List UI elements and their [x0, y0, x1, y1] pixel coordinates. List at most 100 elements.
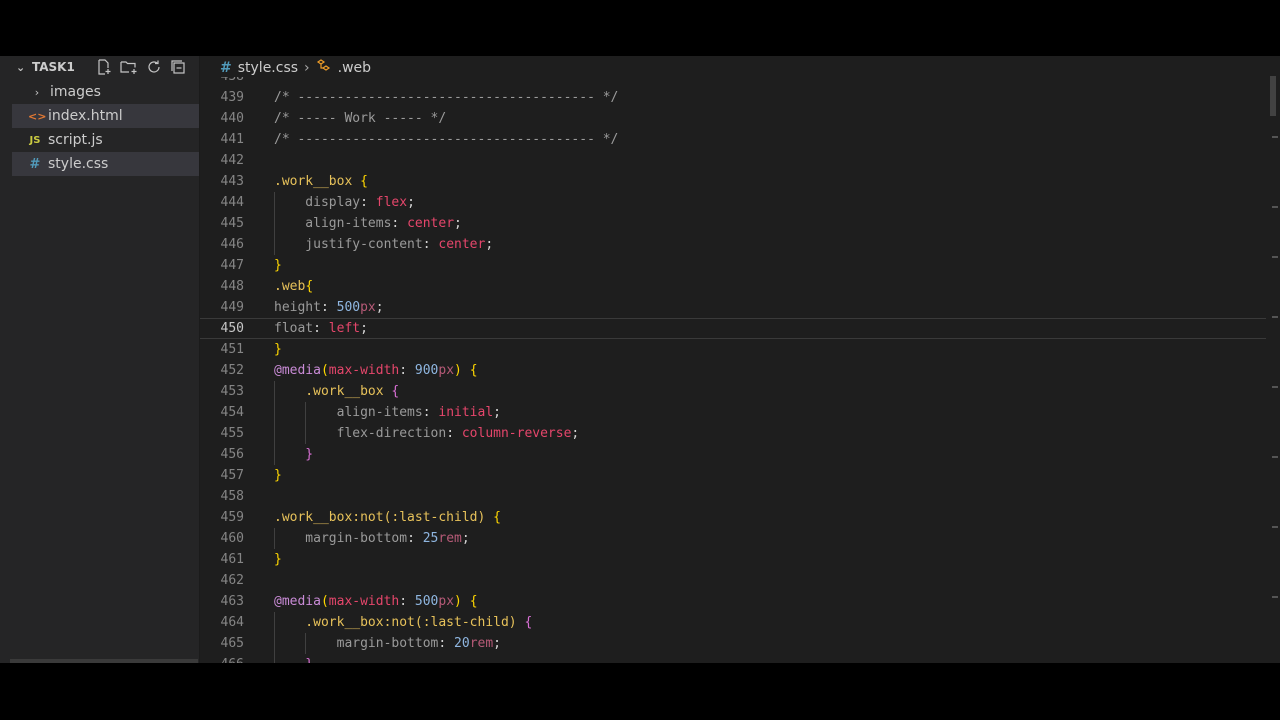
tree-item-label: images — [50, 84, 101, 100]
code-line[interactable]: 445 align-items: center; — [200, 213, 1266, 234]
code-token: : — [422, 237, 439, 252]
code-text: } — [274, 654, 313, 663]
code-line[interactable]: 441 /* ----------------------------------… — [200, 129, 1266, 150]
refresh-icon[interactable] — [146, 59, 162, 75]
code-editor[interactable]: # style.css › .web 438 439 /* ------------… — [200, 56, 1280, 663]
line-number: 450 — [220, 321, 244, 336]
code-token: { — [360, 174, 368, 189]
vscode-window: ⌄ TASK1 › images <> index.html JS script… — [0, 56, 1280, 663]
code-line[interactable]: 439 /* ----------------------------------… — [200, 87, 1266, 108]
code-token: max-width — [328, 363, 400, 378]
js-file-icon: JS — [29, 134, 41, 146]
code-token: flex — [375, 195, 408, 210]
code-token: rem — [469, 636, 494, 651]
new-folder-icon[interactable] — [120, 59, 138, 75]
overview-mark — [1272, 596, 1278, 598]
code-token: 500 — [336, 300, 361, 315]
code-token: } — [274, 447, 314, 462]
overview-mark — [1272, 136, 1278, 138]
code-token: @media — [274, 363, 321, 378]
code-token: .web — [274, 279, 306, 294]
code-text: height: 500px; — [274, 297, 384, 318]
code-token: center — [407, 216, 455, 231]
code-line[interactable]: 447} — [200, 255, 1266, 276]
code-token: : — [399, 363, 415, 378]
code-line[interactable]: 452 @media(max-width: 900px) { — [200, 360, 1266, 381]
code-token: ; — [360, 321, 368, 336]
code-line[interactable]: 442 — [200, 150, 1266, 171]
code-text: @media(max-width: 500px) { — [274, 591, 478, 612]
code-line[interactable]: 466 } — [200, 654, 1266, 663]
code-token: align-items — [274, 405, 423, 420]
tree-item-script-js[interactable]: JS script.js — [0, 128, 199, 152]
code-token: .work__box:not(:last-child) — [274, 615, 525, 630]
new-file-icon[interactable] — [96, 59, 112, 75]
code-line[interactable]: 454 align-items: initial; — [200, 402, 1266, 423]
code-line[interactable]: 464 .work__box:not(:last-child) { — [200, 612, 1266, 633]
code-token: float — [274, 321, 314, 336]
code-token: justify-content — [274, 237, 423, 252]
code-line[interactable]: 465 margin-bottom: 20rem; — [200, 633, 1266, 654]
code-line[interactable]: 458 — [200, 486, 1266, 507]
tree-item-index-html[interactable]: <> index.html — [12, 104, 199, 128]
code-line[interactable]: 460 margin-bottom: 25rem; — [200, 528, 1266, 549]
code-line[interactable]: 457} — [200, 465, 1266, 486]
code-text: /* -------------------------------------… — [274, 129, 618, 150]
collapse-all-icon[interactable] — [170, 59, 186, 75]
breadcrumb-file[interactable]: style.css — [238, 60, 298, 76]
code-line[interactable]: 459 .work__box:not(:last-child) { — [200, 507, 1266, 528]
line-number: 442 — [220, 153, 244, 168]
overview-mark — [1272, 456, 1278, 458]
code-token: ; — [454, 216, 462, 231]
code-line[interactable]: 440 /* ----- Work ----- */ — [200, 108, 1266, 129]
explorer-actions — [96, 59, 186, 75]
code-token: initial — [438, 405, 494, 420]
code-text: align-items: initial; — [274, 402, 501, 423]
sidebar-horizontal-scrollbar[interactable] — [10, 659, 198, 663]
code-line[interactable]: 438 — [200, 77, 1266, 87]
line-number: 459 — [220, 510, 244, 525]
code-token: flex-direction — [274, 426, 447, 441]
code-area[interactable]: 438 439 /* -------------------------------… — [200, 77, 1280, 663]
code-line[interactable]: 455 flex-direction: column-reverse; — [200, 423, 1266, 444]
code-text: display: flex; — [274, 192, 415, 213]
code-line[interactable]: 443 .work__box { — [200, 171, 1266, 192]
code-line[interactable]: 448 .web{ — [200, 276, 1266, 297]
line-number: 445 — [220, 216, 244, 231]
code-token: px — [360, 300, 376, 315]
line-number: 463 — [220, 594, 244, 609]
code-line[interactable]: 449 height: 500px; — [200, 297, 1266, 318]
vertical-scrollbar-thumb[interactable] — [1270, 76, 1276, 116]
code-line[interactable]: 446 justify-content: center; — [200, 234, 1266, 255]
code-line[interactable]: 453 .work__box { — [200, 381, 1266, 402]
code-token: : — [320, 300, 337, 315]
code-line[interactable]: 462 — [200, 570, 1266, 591]
code-line[interactable]: 461} — [200, 549, 1266, 570]
code-line[interactable]: 463 @media(max-width: 500px) { — [200, 591, 1266, 612]
line-number: 456 — [220, 447, 244, 462]
tree-item-style-css[interactable]: # style.css — [12, 152, 199, 176]
code-token: height — [274, 300, 321, 315]
line-number: 439 — [220, 90, 244, 105]
code-line[interactable]: 451} — [200, 339, 1266, 360]
code-token: ; — [571, 426, 580, 441]
line-number: 440 — [220, 111, 244, 126]
code-token: { — [493, 510, 501, 525]
code-text: .work__box { — [274, 171, 368, 192]
code-token: } — [274, 258, 282, 273]
tree-item-images[interactable]: › images — [0, 80, 199, 104]
code-token: 20 — [454, 636, 470, 651]
folder-name: TASK1 — [32, 60, 75, 74]
code-token: /* ----- Work ----- */ — [274, 111, 447, 126]
code-line[interactable]: 456 } — [200, 444, 1266, 465]
overview-ruler[interactable] — [1266, 56, 1280, 663]
breadcrumb-symbol[interactable]: .web — [338, 60, 371, 76]
html-file-icon: <> — [28, 109, 47, 123]
code-token: { — [469, 363, 478, 378]
line-number: 452 — [220, 363, 244, 378]
code-line[interactable]: 444 display: flex; — [200, 192, 1266, 213]
code-token: ) — [454, 594, 470, 609]
code-line[interactable]: 450 float: left; — [200, 318, 1266, 339]
line-number: 444 — [220, 195, 244, 210]
code-text: /* -------------------------------------… — [274, 87, 618, 108]
